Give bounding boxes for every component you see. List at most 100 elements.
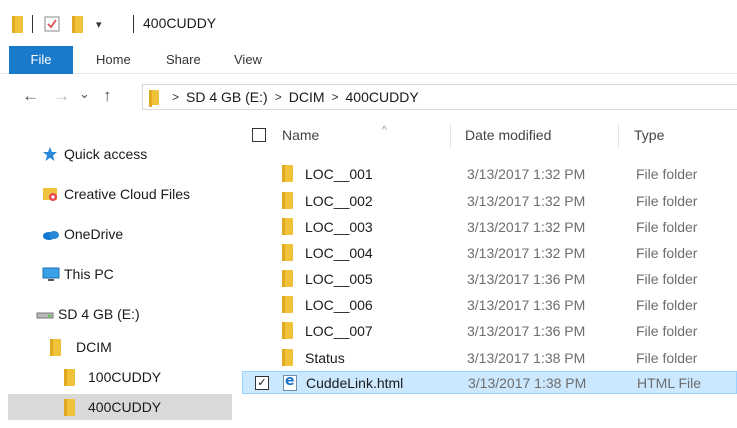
column-header-label: Name [282, 127, 320, 143]
html-file-icon [283, 373, 297, 391]
sidebar-item-label: This PC [64, 266, 114, 282]
sidebar-item-label: Quick access [64, 146, 148, 162]
forward-icon[interactable]: → [53, 86, 70, 106]
divider [133, 15, 134, 33]
sidebar-item-creative-cloud[interactable]: Creative Cloud Files [42, 181, 190, 207]
file-type: HTML File [637, 374, 702, 391]
navigation-pane: Quick access Creative Cloud Files OneDri… [0, 118, 240, 428]
back-icon[interactable]: ← [22, 86, 39, 106]
file-type: File folder [636, 165, 698, 182]
file-date: 3/13/2017 1:32 PM [467, 218, 586, 235]
chevron-right-icon: > [274, 90, 282, 104]
file-type: File folder [636, 349, 698, 366]
tab-file[interactable]: File [9, 46, 73, 74]
divider [32, 15, 33, 33]
onedrive-cloud-icon [42, 226, 60, 242]
folder-icon [282, 270, 296, 287]
column-header-type[interactable]: Type [634, 118, 734, 152]
tab-view[interactable]: View [234, 46, 262, 74]
select-all-checkbox[interactable] [252, 128, 266, 142]
column-divider[interactable] [450, 124, 451, 148]
folder-icon [282, 296, 296, 313]
folder-icon [64, 399, 82, 416]
file-name: CuddeLink.html [306, 374, 404, 391]
folder-icon [282, 322, 296, 339]
column-header-name[interactable]: Name ^ [282, 118, 452, 152]
customize-qat-icon[interactable]: ▾ [96, 14, 102, 34]
file-type: File folder [636, 322, 698, 339]
table-row[interactable]: LOC__001 3/13/2017 1:32 PM File folder [242, 162, 737, 185]
file-type: File folder [636, 192, 698, 209]
folder-icon [282, 244, 296, 261]
folder-icon [282, 192, 296, 209]
table-row[interactable]: Status 3/13/2017 1:38 PM File folder [242, 346, 737, 369]
file-date: 3/13/2017 1:32 PM [467, 244, 586, 261]
sidebar-item-label: SD 4 GB (E:) [58, 306, 140, 322]
properties-check-icon[interactable] [44, 14, 60, 34]
sidebar-item-400cuddy[interactable]: 400CUDDY [8, 394, 232, 420]
file-date: 3/13/2017 1:36 PM [467, 322, 586, 339]
row-checkbox[interactable]: ✓ [255, 376, 269, 390]
sidebar-item-quick-access[interactable]: Quick access [42, 141, 147, 167]
folder-icon [282, 165, 296, 182]
file-date: 3/13/2017 1:36 PM [467, 270, 586, 287]
file-type: File folder [636, 218, 698, 235]
recent-locations-icon[interactable]: ⌄ [79, 84, 90, 104]
sidebar-item-onedrive[interactable]: OneDrive [42, 221, 123, 247]
file-type: File folder [636, 244, 698, 261]
breadcrumb-dcim[interactable]: DCIM [289, 89, 325, 105]
folder-icon [282, 218, 296, 235]
tab-home[interactable]: Home [96, 46, 131, 74]
file-date: 3/13/2017 1:38 PM [467, 349, 586, 366]
table-row[interactable]: LOC__002 3/13/2017 1:32 PM File folder [242, 189, 737, 212]
folder-icon [282, 349, 296, 366]
ribbon-tabs: File Home Share View [0, 46, 737, 74]
file-date: 3/13/2017 1:36 PM [467, 296, 586, 313]
table-row[interactable]: LOC__004 3/13/2017 1:32 PM File folder [242, 241, 737, 264]
sidebar-item-label: Creative Cloud Files [64, 186, 191, 202]
file-name: LOC__001 [305, 165, 373, 182]
sidebar-item-label: 100CUDDY [88, 369, 162, 385]
column-header-date[interactable]: Date modified [465, 118, 615, 152]
file-name: LOC__007 [305, 322, 373, 339]
drive-icon [36, 306, 54, 322]
file-type: File folder [636, 296, 698, 313]
star-icon [42, 146, 60, 162]
sidebar-item-sd-drive[interactable]: SD 4 GB (E:) [36, 301, 140, 327]
chevron-right-icon: > [331, 90, 339, 104]
file-name: LOC__004 [305, 244, 373, 261]
folder-icon [50, 339, 68, 356]
chevron-right-icon: > [172, 90, 180, 104]
sidebar-item-this-pc[interactable]: This PC [42, 261, 114, 287]
table-row[interactable]: LOC__006 3/13/2017 1:36 PM File folder [242, 293, 737, 316]
file-name: LOC__002 [305, 192, 373, 209]
navigation-bar: ← → ⌄ ↑ > SD 4 GB (E:) > DCIM > 400CUDDY [0, 74, 737, 118]
table-row[interactable]: LOC__007 3/13/2017 1:36 PM File folder [242, 319, 737, 342]
column-divider[interactable] [618, 124, 619, 148]
address-bar[interactable]: > SD 4 GB (E:) > DCIM > 400CUDDY [142, 84, 737, 110]
table-row-selected[interactable]: ✓ CuddeLink.html 3/13/2017 1:38 PM HTML … [242, 371, 737, 394]
table-row[interactable]: LOC__005 3/13/2017 1:36 PM File folder [242, 267, 737, 290]
file-date: 3/13/2017 1:32 PM [467, 192, 586, 209]
table-row[interactable]: LOC__003 3/13/2017 1:32 PM File folder [242, 215, 737, 238]
file-date: 3/13/2017 1:32 PM [467, 165, 586, 182]
file-name: LOC__005 [305, 270, 373, 287]
sidebar-item-100cuddy[interactable]: 100CUDDY [64, 364, 161, 390]
file-name: Status [305, 349, 345, 366]
file-date: 3/13/2017 1:38 PM [468, 374, 587, 391]
creative-cloud-folder-icon [42, 186, 60, 202]
app-folder-icon [12, 14, 23, 34]
folder-icon [64, 369, 82, 386]
file-list: Name ^ Date modified Type LOC__001 3/13/… [240, 118, 737, 428]
tab-share[interactable]: Share [166, 46, 201, 74]
up-icon[interactable]: ↑ [103, 86, 112, 106]
file-name: LOC__006 [305, 296, 373, 313]
new-folder-icon[interactable] [72, 14, 83, 34]
breadcrumb-drive[interactable]: SD 4 GB (E:) [186, 89, 268, 105]
window-title: 400CUDDY [143, 15, 217, 31]
sidebar-item-label: 400CUDDY [88, 399, 162, 415]
breadcrumb-400cuddy[interactable]: 400CUDDY [346, 89, 419, 105]
title-bar: ▾ 400CUDDY [0, 0, 737, 46]
sidebar-item-dcim[interactable]: DCIM [50, 334, 112, 360]
file-name: LOC__003 [305, 218, 373, 235]
